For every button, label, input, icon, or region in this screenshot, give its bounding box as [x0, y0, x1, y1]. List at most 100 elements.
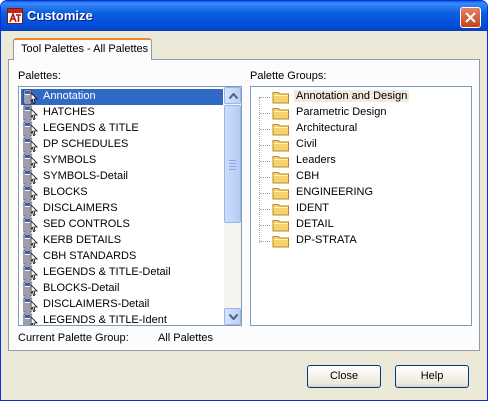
palette-group-item[interactable]: Parametric Design: [251, 105, 471, 121]
palette-list-item[interactable]: Annotation: [21, 89, 223, 105]
tree-branch-line: [260, 97, 270, 98]
palette-icon: [23, 185, 38, 201]
palette-icon: [23, 153, 38, 169]
thumb-grip: [229, 169, 236, 170]
palette-icon: [23, 217, 38, 233]
palette-icon: [23, 137, 38, 153]
palette-group-label: Parametric Design: [296, 106, 387, 118]
tree-branch-line: [260, 177, 270, 178]
palette-groups-label: Palette Groups:: [250, 70, 327, 82]
palette-group-item[interactable]: ENGINEERING: [251, 185, 471, 201]
palette-list-item[interactable]: LEGENDS & TITLE-Detail: [21, 265, 223, 281]
palette-group-label: DETAIL: [296, 218, 334, 230]
tree-branch-line: [260, 241, 270, 242]
palette-item-label: DP SCHEDULES: [43, 138, 129, 150]
palette-item-label: SED CONTROLS: [43, 218, 130, 230]
folder-icon: [272, 220, 289, 232]
tab-label: Tool Palettes - All Palettes: [21, 43, 149, 55]
palette-list-item[interactable]: BLOCKS-Detail: [21, 281, 223, 297]
palette-item-label: SYMBOLS-Detail: [43, 170, 128, 182]
scroll-down-icon: [229, 314, 238, 320]
palette-group-item[interactable]: DP-STRATA: [251, 233, 471, 249]
palette-list-item[interactable]: LEGENDS & TITLE-Ident: [21, 313, 223, 326]
close-icon: [465, 12, 476, 23]
help-button[interactable]: Help: [395, 365, 469, 388]
palette-item-label: Annotation: [43, 90, 96, 102]
palette-item-label: DISCLAIMERS-Detail: [43, 298, 150, 310]
autocad-icon: [7, 8, 23, 24]
palette-group-item[interactable]: Annotation and Design: [251, 89, 471, 105]
palette-item-label: LEGENDS & TITLE-Detail: [43, 266, 171, 278]
scroll-thumb[interactable]: [224, 105, 241, 223]
palette-list-item[interactable]: LEGENDS & TITLE: [21, 121, 223, 137]
folder-icon: [272, 172, 289, 184]
folder-icon: [272, 140, 289, 152]
tree-branch-line: [260, 161, 270, 162]
palette-list-item[interactable]: BLOCKS: [21, 185, 223, 201]
palette-group-label: CBH: [296, 170, 320, 182]
palette-group-label: Leaders: [296, 154, 336, 166]
folder-icon: [272, 156, 289, 168]
folder-icon: [272, 204, 289, 216]
palette-item-label: SYMBOLS: [43, 154, 97, 166]
title-bar[interactable]: Customize: [1, 1, 487, 31]
tab-panel: Palettes: Palette Groups: LEGENDS & TITL…: [8, 59, 480, 351]
palette-list-item[interactable]: DISCLAIMERS-Detail: [21, 297, 223, 313]
palette-group-item[interactable]: Architectural: [251, 121, 471, 137]
scroll-up-icon: [229, 93, 238, 99]
tree-branch-line: [260, 113, 270, 114]
palette-group-label: Architectural: [296, 122, 358, 134]
palette-item-label: KERB DETAILS: [43, 234, 122, 246]
palette-list-item[interactable]: HATCHES: [21, 105, 223, 121]
folder-icon: [272, 236, 289, 248]
palette-group-item[interactable]: DETAIL: [251, 217, 471, 233]
scroll-up-button[interactable]: [224, 87, 241, 104]
palettes-scrollbar[interactable]: [224, 87, 241, 325]
palette-item-label: BLOCKS: [43, 186, 88, 198]
palette-list-item[interactable]: DISCLAIMERS: [21, 201, 223, 217]
palette-list-item[interactable]: SED CONTROLS: [21, 217, 223, 233]
palette-icon: [23, 89, 38, 105]
palette-icon: [23, 265, 38, 281]
palette-icon: [23, 233, 38, 249]
palette-icon: [23, 105, 38, 121]
palette-icon: [23, 249, 38, 265]
folder-icon: [272, 188, 289, 200]
palette-list-item[interactable]: SYMBOLS: [21, 153, 223, 169]
palette-group-item[interactable]: CBH: [251, 169, 471, 185]
folder-icon: [272, 92, 289, 104]
palette-group-label: Annotation and Design: [294, 90, 410, 102]
palette-item-label: CBH STANDARDS: [43, 250, 137, 262]
palette-item-label: DISCLAIMERS: [43, 202, 118, 214]
current-palette-group-label: Current Palette Group:: [18, 332, 129, 344]
tab-all-palettes[interactable]: Tool Palettes - All Palettes: [13, 38, 152, 60]
palette-groups-tree[interactable]: Annotation and Design Parametric Design Ar…: [250, 86, 472, 326]
tree-branch-line: [260, 193, 270, 194]
palette-icon: [23, 169, 38, 185]
palette-group-label: ENGINEERING: [296, 186, 374, 198]
tree-branch-line: [260, 129, 270, 130]
palette-list-item[interactable]: SYMBOLS-Detail: [21, 169, 223, 185]
palette-group-item[interactable]: Leaders: [251, 153, 471, 169]
palettes-label: Palettes:: [18, 70, 61, 82]
palette-group-label: Civil: [296, 138, 317, 150]
window-close-button[interactable]: [460, 7, 481, 28]
folder-icon: [272, 108, 289, 120]
palette-group-item[interactable]: IDENT: [251, 201, 471, 217]
palette-item-label: BLOCKS-Detail: [43, 282, 120, 294]
palette-group-label: IDENT: [296, 202, 329, 214]
palette-group-item[interactable]: Civil: [251, 137, 471, 153]
close-button[interactable]: Close: [307, 365, 381, 388]
palette-item-label: LEGENDS & TITLE: [43, 122, 139, 134]
palette-list-item[interactable]: DP SCHEDULES: [21, 137, 223, 153]
palette-group-label: DP-STRATA: [296, 234, 357, 246]
palette-list-item[interactable]: CBH STANDARDS: [21, 249, 223, 265]
palette-icon: [23, 121, 38, 137]
thumb-grip: [229, 160, 236, 161]
palette-list-item[interactable]: KERB DETAILS: [21, 233, 223, 249]
scroll-down-button[interactable]: [224, 308, 241, 325]
current-palette-group-value: All Palettes: [158, 332, 214, 344]
tree-branch-line: [260, 225, 270, 226]
palettes-listbox[interactable]: LEGENDS & TITLE-Ident DISCLAIMERS-Detail B…: [18, 86, 242, 326]
palette-item-label: LEGENDS & TITLE-Ident: [43, 314, 167, 326]
